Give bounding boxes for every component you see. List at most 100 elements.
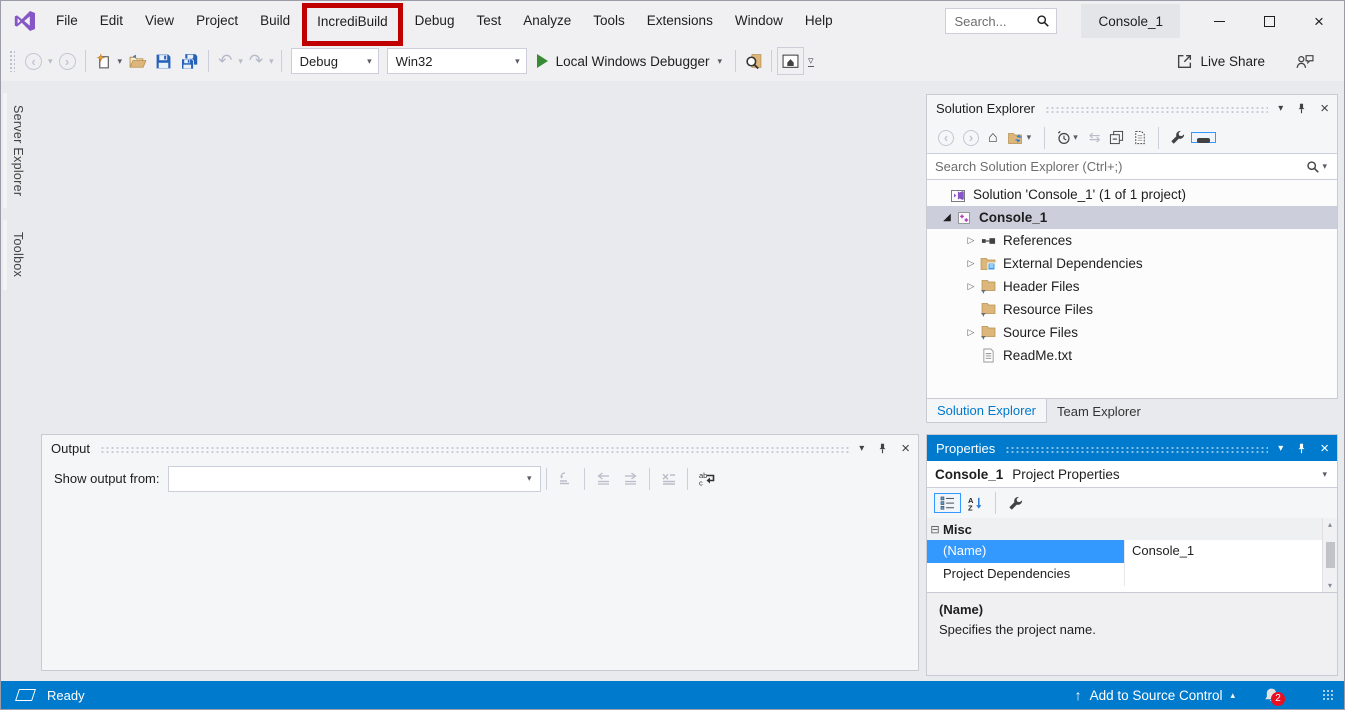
window-position-dropdown[interactable]: ▾ (1278, 443, 1283, 454)
tab-solution-explorer[interactable]: Solution Explorer (926, 399, 1047, 423)
new-project-dropdown[interactable]: ▾ (116, 56, 125, 67)
close-panel-icon[interactable]: × (901, 441, 910, 456)
tree-item-readme[interactable]: ReadMe.txt (927, 344, 1337, 367)
save-button[interactable] (151, 47, 176, 75)
feedback-button[interactable] (1291, 47, 1318, 75)
live-unit-view-button[interactable] (777, 47, 804, 75)
menu-debug[interactable]: Debug (404, 1, 466, 41)
close-panel-icon[interactable]: × (1320, 101, 1329, 116)
tree-item-resource-files[interactable]: Resource Files (927, 298, 1337, 321)
property-name[interactable]: Project Dependencies (927, 563, 1124, 586)
expander-expanded-icon[interactable]: ◢ (939, 212, 955, 223)
panel-grip-texture[interactable] (1005, 446, 1268, 453)
close-button[interactable]: × (1294, 1, 1344, 41)
property-value[interactable]: Console_1 (1124, 540, 1337, 563)
forward-button[interactable]: › (960, 130, 982, 146)
window-position-dropdown[interactable]: ▾ (859, 443, 864, 454)
solution-configuration-combo[interactable]: Debug ▾ (291, 48, 379, 74)
category-row-misc[interactable]: ⊟ Misc (927, 518, 1337, 540)
menu-help[interactable]: Help (794, 1, 844, 41)
tree-item-source-files[interactable]: ▷ Source Files (927, 321, 1337, 344)
panel-grip-texture[interactable] (100, 446, 849, 453)
menu-test[interactable]: Test (465, 1, 512, 41)
property-value[interactable] (1124, 563, 1337, 586)
toolbar-overflow-button[interactable]: ▿ (808, 56, 814, 67)
notifications-button[interactable]: 2 (1263, 687, 1280, 704)
live-share-button[interactable]: Live Share (1176, 53, 1265, 70)
undo-button[interactable]: ↶ (214, 47, 236, 75)
tab-server-explorer[interactable]: Server Explorer (3, 93, 29, 208)
properties-button[interactable] (1167, 130, 1188, 145)
scrollbar-thumb[interactable] (1326, 542, 1335, 568)
navigate-back-dropdown[interactable]: ▾ (46, 56, 55, 67)
alphabetical-sort-button[interactable]: AZ (965, 496, 986, 511)
search-options-dropdown[interactable]: ▾ (1320, 161, 1329, 172)
menu-extensions[interactable]: Extensions (636, 1, 724, 41)
tab-toolbox[interactable]: Toolbox (3, 220, 29, 289)
resize-grip[interactable] (1322, 689, 1334, 701)
solution-platform-combo[interactable]: Win32 ▾ (387, 48, 527, 74)
pin-icon[interactable] (1296, 442, 1307, 455)
word-wrap-button[interactable]: abc (699, 471, 716, 486)
minimize-button[interactable] (1194, 1, 1244, 41)
menu-window[interactable]: Window (724, 1, 794, 41)
menu-project[interactable]: Project (185, 1, 249, 41)
tree-item-project[interactable]: ◢ Console_1 (927, 206, 1337, 229)
maximize-button[interactable] (1244, 1, 1294, 41)
properties-object-combo[interactable]: Console_1 Project Properties ▾ (927, 461, 1337, 488)
next-message-button[interactable] (623, 472, 638, 485)
start-debugging-dropdown[interactable]: ▾ (715, 56, 724, 67)
property-pages-button[interactable] (1005, 496, 1026, 511)
menu-analyze[interactable]: Analyze (512, 1, 582, 41)
tab-team-explorer[interactable]: Team Explorer (1047, 399, 1151, 423)
output-panel-header[interactable]: Output ▾ × (42, 435, 918, 462)
open-file-button[interactable] (124, 47, 151, 75)
scroll-up-icon[interactable]: ▴ (1328, 520, 1332, 529)
previous-message-button[interactable] (596, 472, 611, 485)
goto-message-button[interactable] (558, 472, 573, 485)
close-panel-icon[interactable]: × (1320, 441, 1329, 456)
redo-button[interactable]: ↷ (245, 47, 267, 75)
menu-file[interactable]: File (45, 1, 89, 41)
solution-explorer-header[interactable]: Solution Explorer ▾ × (927, 95, 1337, 122)
property-row-project-dependencies[interactable]: Project Dependencies (927, 563, 1337, 586)
menu-edit[interactable]: Edit (89, 1, 134, 41)
add-to-source-control-button[interactable]: ↑ Add to Source Control ▴ (1075, 687, 1235, 703)
tree-item-header-files[interactable]: ▷ Header Files (927, 275, 1337, 298)
output-content-area[interactable] (42, 495, 918, 670)
pending-changes-filter-button[interactable]: ▾ (1053, 130, 1083, 145)
property-row-name[interactable]: (Name) Console_1 (927, 540, 1337, 563)
properties-header[interactable]: Properties ▾ × (927, 435, 1337, 461)
tree-item-references[interactable]: ▷ References (927, 229, 1337, 252)
categorized-toggle[interactable] (934, 493, 961, 513)
panel-grip-texture[interactable] (1045, 106, 1268, 113)
switch-views-button[interactable]: ▾ (1004, 131, 1037, 145)
start-debugging-button[interactable]: Local Windows Debugger ▾ (531, 54, 730, 69)
find-in-files-button[interactable] (741, 47, 766, 75)
new-project-button[interactable] (91, 47, 116, 75)
save-all-button[interactable] (176, 47, 203, 75)
property-grid-scrollbar[interactable]: ▴ ▾ (1322, 518, 1337, 592)
window-position-dropdown[interactable]: ▾ (1278, 103, 1283, 114)
menu-build[interactable]: Build (249, 1, 301, 41)
collapse-all-button[interactable] (1106, 130, 1127, 145)
navigate-forward-button[interactable]: › (55, 47, 80, 75)
show-all-files-button[interactable] (1130, 130, 1150, 145)
output-source-combo[interactable]: ▾ (168, 466, 541, 492)
toolbar-drag-handle[interactable] (9, 50, 15, 72)
scroll-down-icon[interactable]: ▾ (1328, 581, 1332, 590)
clear-all-button[interactable] (661, 472, 676, 485)
menu-tools[interactable]: Tools (582, 1, 636, 41)
expander-collapsed-icon[interactable]: ▷ (963, 258, 979, 269)
collapse-category-icon[interactable]: ⊟ (927, 523, 943, 536)
redo-dropdown[interactable]: ▾ (267, 56, 276, 67)
pin-icon[interactable] (1296, 102, 1307, 115)
property-name[interactable]: (Name) (927, 540, 1124, 563)
expander-collapsed-icon[interactable]: ▷ (963, 235, 979, 246)
undo-dropdown[interactable]: ▾ (236, 56, 245, 67)
preview-selected-items-toggle[interactable] (1191, 132, 1216, 143)
navigate-back-button[interactable]: ‹ (21, 47, 46, 75)
menu-view[interactable]: View (134, 1, 185, 41)
solution-explorer-search-input[interactable]: Search Solution Explorer (Ctrl+;) ▾ (927, 153, 1337, 180)
expander-collapsed-icon[interactable]: ▷ (963, 327, 979, 338)
